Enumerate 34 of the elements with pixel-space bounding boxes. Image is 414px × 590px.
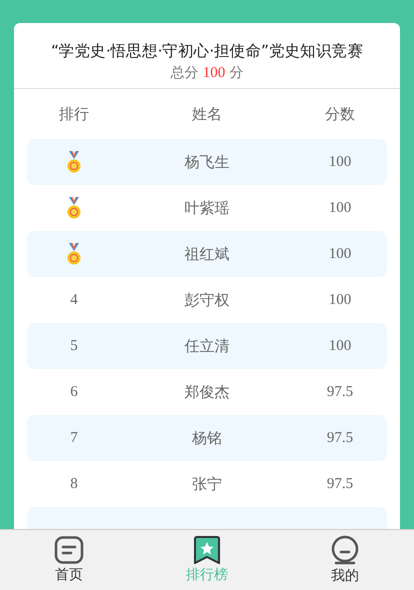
medal-icon [67, 196, 81, 220]
player-name: 杨铭 [192, 428, 222, 448]
rank-number: 4 [70, 292, 78, 308]
score-value: 97.5 [326, 430, 354, 446]
score-value: 100 [328, 246, 352, 262]
tab-button[interactable]: 我的 [276, 530, 414, 590]
rank-number: 7 [70, 430, 78, 446]
contest-title: “学党史·悟思想·守初心·担使命”党史知识竞赛 [51, 41, 363, 62]
column-header: 姓名 [191, 104, 223, 124]
player-name: 张宁 [192, 474, 222, 494]
player-name: 任立清 [184, 336, 230, 356]
rank-number: 8 [70, 476, 78, 492]
tab-button[interactable]: 首页 [0, 530, 138, 590]
rank-number: 5 [70, 338, 78, 354]
column-header: 分数 [324, 104, 356, 124]
score-value: 100 [328, 338, 352, 354]
document-icon [54, 536, 84, 564]
score-value: 100 [328, 154, 352, 170]
medal-icon [67, 150, 81, 174]
player-name: 祖红斌 [184, 244, 230, 264]
player-name: 郑俊杰 [184, 382, 230, 402]
face-icon [330, 535, 360, 565]
player-name: 彭守权 [184, 290, 230, 310]
score-value: 97.5 [326, 476, 354, 492]
star-bookmark-icon [193, 536, 221, 564]
medal-icon [67, 242, 81, 266]
rank-number: 6 [70, 384, 78, 400]
score-value: 97.5 [326, 384, 354, 400]
player-name: 杨飞生 [184, 152, 230, 172]
player-name: 叶紫瑶 [184, 198, 230, 218]
total-score: 总分 100 分 [170, 64, 244, 82]
score-value: 100 [328, 200, 352, 216]
column-header: 排行 [58, 104, 90, 124]
score-value: 100 [328, 292, 352, 308]
